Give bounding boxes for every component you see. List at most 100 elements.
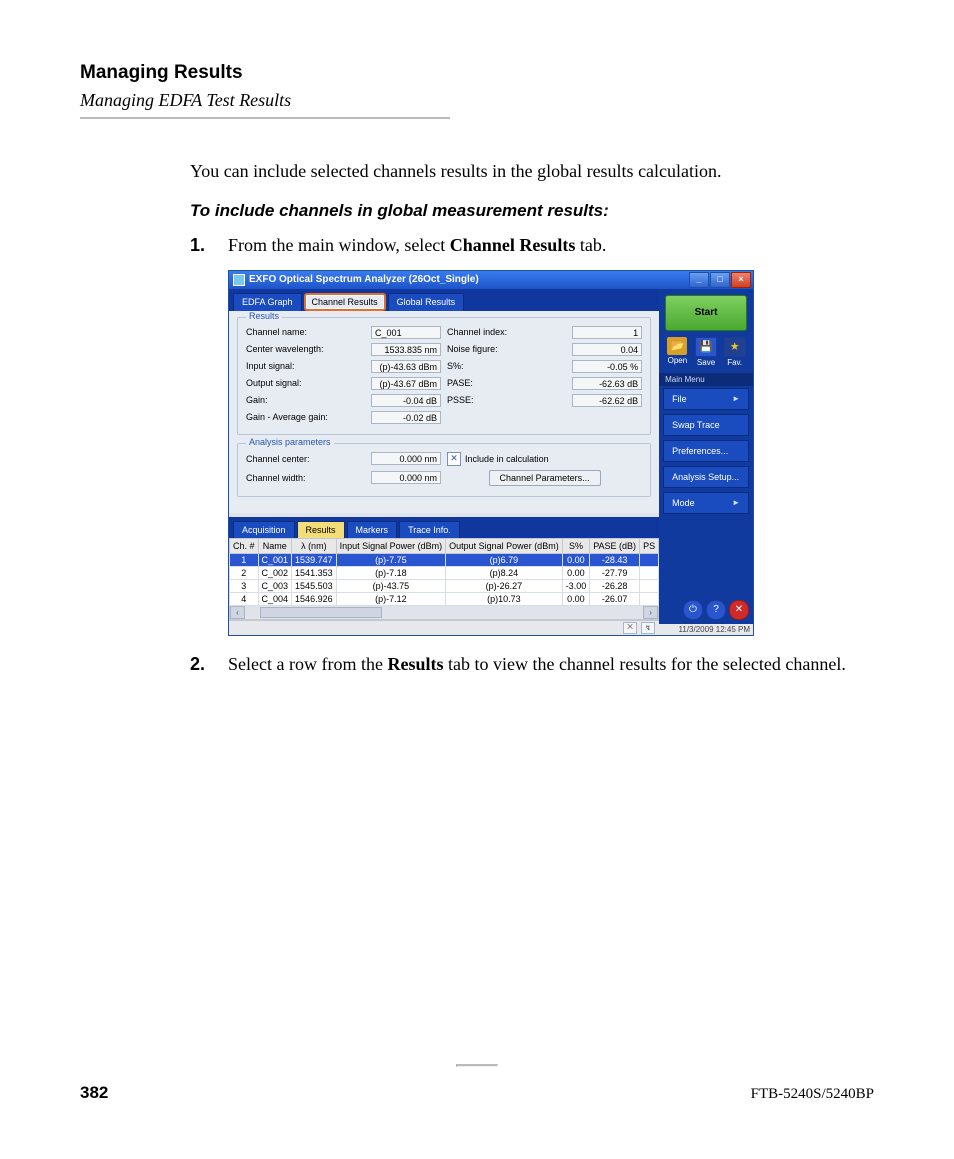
tab-results[interactable]: Results — [297, 521, 345, 538]
include-in-calculation-checkbox[interactable]: ✕ — [447, 452, 461, 466]
horizontal-scrollbar[interactable]: ‹ › — [229, 606, 659, 620]
table-row[interactable]: 4C_0041546.926(p)-7.12(p)10.730.00-26.07 — [230, 592, 659, 605]
value-channel-name: C_001 — [371, 326, 441, 339]
tab-trace-info[interactable]: Trace Info. — [399, 521, 460, 538]
col-lambda[interactable]: λ (nm) — [292, 538, 337, 553]
app-window: EXFO Optical Spectrum Analyzer (26Oct_Si… — [228, 270, 754, 636]
table-cell: C_003 — [258, 579, 292, 592]
value-noise-figure: 0.04 — [572, 343, 642, 356]
scroll-right-icon[interactable]: › — [643, 606, 658, 619]
page-heading: Managing Results — [80, 62, 874, 84]
main-menu-header: Main Menu — [659, 373, 753, 386]
analysis-legend: Analysis parameters — [246, 437, 334, 447]
menu-preferences[interactable]: Preferences... — [663, 440, 749, 462]
menu-swap-trace[interactable]: Swap Trace — [663, 414, 749, 436]
intro-paragraph: You can include selected channels result… — [190, 159, 874, 183]
step-number: 2. — [190, 652, 212, 676]
star-icon: ★ — [724, 337, 746, 357]
table-cell: 4 — [230, 592, 259, 605]
value-output-signal: (p)-43.67 dBm — [371, 377, 441, 390]
titlebar[interactable]: EXFO Optical Spectrum Analyzer (26Oct_Si… — [229, 271, 753, 289]
lower-tabs: Acquisition Results Markers Trace Info. — [229, 517, 659, 538]
col-input-power[interactable]: Input Signal Power (dBm) — [336, 538, 446, 553]
label-channel-center: Channel center: — [246, 454, 365, 464]
table-cell: C_004 — [258, 592, 292, 605]
channel-parameters-button[interactable]: Channel Parameters... — [489, 470, 601, 486]
table-row[interactable]: 1C_0011539.747(p)-7.75(p)6.790.00-28.43 — [230, 553, 659, 566]
col-ch[interactable]: Ch. # — [230, 538, 259, 553]
footer-rule — [456, 1064, 498, 1067]
save-button[interactable]: 💾 Save — [694, 337, 718, 367]
table-cell: -28.43 — [590, 553, 640, 566]
minimize-button[interactable]: _ — [689, 272, 709, 288]
side-panel: Start 📂 Open 💾 Save ★ Fav. — [659, 289, 753, 635]
scroll-left-icon[interactable]: ‹ — [230, 606, 245, 619]
heading-rule — [80, 117, 450, 119]
table-cell: -26.28 — [590, 579, 640, 592]
label-channel-index: Channel index: — [447, 327, 566, 337]
results-table[interactable]: Ch. # Name λ (nm) Input Signal Power (dB… — [229, 538, 659, 606]
label-pase: PASE: — [447, 378, 566, 388]
col-name[interactable]: Name — [258, 538, 292, 553]
table-cell: (p)6.79 — [446, 553, 563, 566]
open-button[interactable]: 📂 Open — [665, 337, 689, 367]
value-input-signal: (p)-43.63 dBm — [371, 360, 441, 373]
power-icon[interactable]: ⏻ — [683, 600, 703, 620]
results-legend: Results — [246, 311, 282, 321]
table-row[interactable]: 3C_0031545.503(p)-43.75(p)-26.27-3.00-26… — [230, 579, 659, 592]
tab-markers[interactable]: Markers — [347, 521, 398, 538]
table-cell: 0.00 — [562, 553, 590, 566]
table-cell — [640, 553, 659, 566]
maximize-button[interactable]: □ — [710, 272, 730, 288]
menu-file[interactable]: File► — [663, 388, 749, 410]
table-cell: C_001 — [258, 553, 292, 566]
table-cell: (p)-7.75 — [336, 553, 446, 566]
tab-acquisition[interactable]: Acquisition — [233, 521, 295, 538]
tab-edfa-graph[interactable]: EDFA Graph — [233, 293, 302, 311]
status-bar: ⨉ ↯ — [229, 620, 659, 635]
table-cell: 1545.503 — [292, 579, 337, 592]
label-gain: Gain: — [246, 395, 365, 405]
value-pase: -62.63 dB — [572, 377, 642, 390]
col-pase[interactable]: PASE (dB) — [590, 538, 640, 553]
table-cell: 1 — [230, 553, 259, 566]
table-cell: (p)8.24 — [446, 566, 563, 579]
upper-tabs: EDFA Graph Channel Results Global Result… — [229, 289, 659, 311]
label-output-signal: Output signal: — [246, 378, 365, 388]
label-input-signal: Input signal: — [246, 361, 365, 371]
help-icon[interactable]: ? — [706, 600, 726, 620]
start-button[interactable]: Start — [665, 295, 747, 331]
step-number: 1. — [190, 233, 212, 257]
close-button[interactable]: × — [731, 272, 751, 288]
results-group: Results Channel name: C_001 Channel inde… — [237, 317, 651, 435]
value-gain-avg: -0.02 dB — [371, 411, 441, 424]
table-cell: -3.00 — [562, 579, 590, 592]
menu-analysis-setup[interactable]: Analysis Setup... — [663, 466, 749, 488]
table-cell: 0.00 — [562, 592, 590, 605]
page-subheading: Managing EDFA Test Results — [80, 90, 874, 111]
status-icon-1: ⨉ — [623, 622, 637, 634]
label-psse: PSSE: — [447, 395, 566, 405]
tab-channel-results[interactable]: Channel Results — [304, 293, 386, 311]
menu-mode[interactable]: Mode► — [663, 492, 749, 514]
include-in-calculation-label: Include in calculation — [465, 454, 549, 464]
app-icon — [233, 274, 245, 286]
col-ps[interactable]: PS — [640, 538, 659, 553]
col-spercent[interactable]: S% — [562, 538, 590, 553]
table-cell: 1546.926 — [292, 592, 337, 605]
favorites-button[interactable]: ★ Fav. — [723, 337, 747, 367]
chevron-right-icon: ► — [732, 498, 740, 507]
col-output-power[interactable]: Output Signal Power (dBm) — [446, 538, 563, 553]
tab-global-results[interactable]: Global Results — [388, 293, 465, 311]
table-cell: 0.00 — [562, 566, 590, 579]
label-spercent: S%: — [447, 361, 566, 371]
table-cell — [640, 566, 659, 579]
scroll-thumb[interactable] — [260, 607, 382, 618]
table-cell: -27.79 — [590, 566, 640, 579]
chevron-right-icon: ► — [732, 394, 740, 403]
table-cell: 1541.353 — [292, 566, 337, 579]
exit-icon[interactable]: ✕ — [729, 600, 749, 620]
table-cell: -26.07 — [590, 592, 640, 605]
table-cell: (p)10.73 — [446, 592, 563, 605]
table-row[interactable]: 2C_0021541.353(p)-7.18(p)8.240.00-27.79 — [230, 566, 659, 579]
